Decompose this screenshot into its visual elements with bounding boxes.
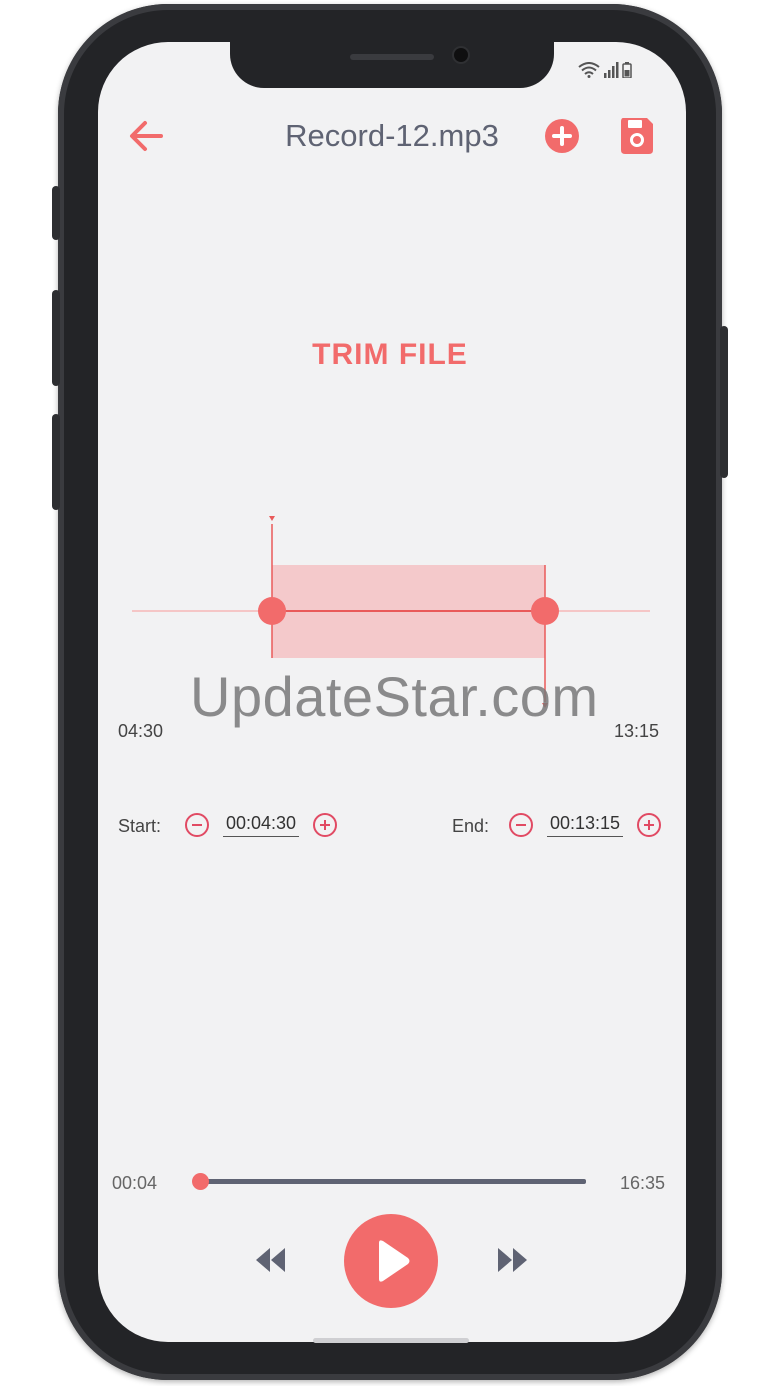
start-time-field[interactable]: 00:04:30 [223, 813, 299, 837]
range-start-time: 04:30 [118, 721, 164, 741]
save-button[interactable] [619, 116, 655, 161]
play-button[interactable] [343, 1213, 439, 1314]
fast-forward-icon [498, 1248, 527, 1272]
floppy-save-icon [621, 118, 653, 154]
front-camera [454, 48, 468, 62]
start-label: Start: [118, 816, 162, 836]
end-handle[interactable] [531, 597, 559, 625]
add-button[interactable] [544, 118, 580, 159]
earpiece-speaker [350, 54, 434, 60]
start-handle[interactable] [258, 597, 286, 625]
plus-circle-icon [545, 119, 579, 153]
home-indicator [313, 1338, 469, 1343]
elapsed-time: 00:04 [112, 1173, 158, 1193]
arrow-left-icon [130, 121, 163, 151]
mute-switch [52, 186, 60, 240]
progress-thumb[interactable] [191, 1173, 209, 1190]
power-button [720, 326, 728, 478]
notch [230, 40, 554, 88]
start-marker-arrow [269, 516, 275, 521]
signal-icon [604, 62, 619, 78]
playback-progress-bar[interactable] [191, 1173, 586, 1190]
start-increment-button[interactable] [313, 813, 337, 837]
volume-down-button [52, 414, 60, 510]
battery-icon [622, 62, 632, 78]
rewind-button[interactable] [254, 1246, 288, 1279]
fast-forward-button[interactable] [496, 1246, 530, 1279]
total-duration: 16:35 [620, 1173, 666, 1193]
watermark-text: UpdateStar.com [190, 665, 599, 728]
wifi-icon [578, 62, 600, 78]
end-time-field[interactable]: 00:13:15 [547, 813, 623, 837]
start-decrement-button[interactable] [185, 813, 209, 837]
end-label: End: [452, 816, 490, 836]
end-increment-button[interactable] [637, 813, 661, 837]
play-icon [344, 1214, 438, 1308]
range-end-time: 13:15 [614, 721, 660, 741]
back-button[interactable] [127, 118, 167, 159]
rewind-icon [256, 1248, 285, 1272]
volume-up-button [52, 290, 60, 386]
status-bar [578, 62, 632, 78]
file-title: Record-12.mp3 [285, 118, 499, 153]
trim-heading: TRIM FILE [312, 338, 468, 371]
end-decrement-button[interactable] [509, 813, 533, 837]
